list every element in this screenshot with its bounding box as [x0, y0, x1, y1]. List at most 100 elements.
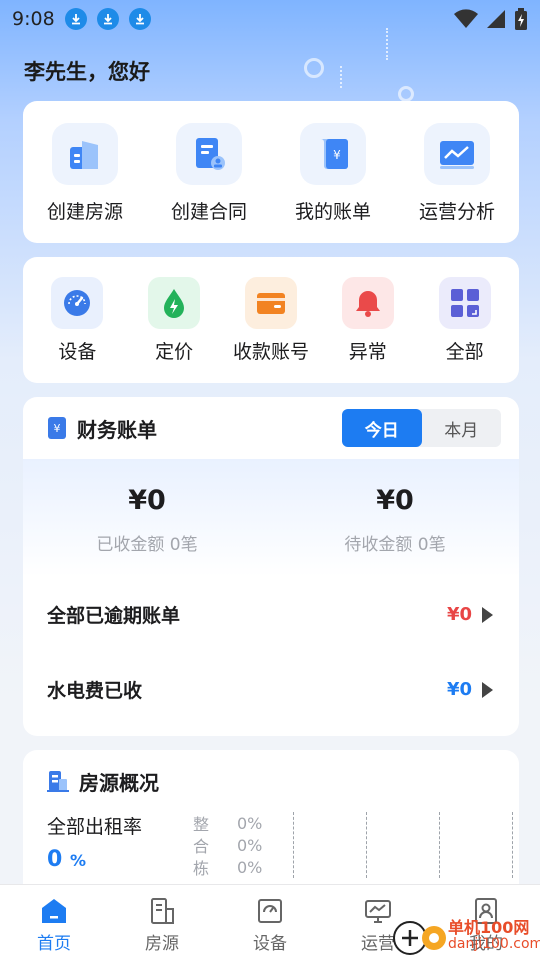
- building-icon: [52, 123, 118, 185]
- stat-value: 0%: [237, 857, 263, 877]
- svg-text:¥: ¥: [333, 148, 341, 162]
- status-indicators: [454, 8, 528, 30]
- chart-gridlines: [283, 812, 519, 878]
- stat-value: 0%: [237, 835, 263, 855]
- overdue-bills-row[interactable]: 全部已逾期账单 ¥0: [23, 577, 519, 652]
- tab-label: 首页: [37, 934, 71, 954]
- gridline: [439, 812, 440, 878]
- watermark: 单机100网 danji100.com: [392, 914, 540, 960]
- grid-icon: [438, 277, 491, 329]
- finance-header: ¥ 财务账单 今日 本月: [23, 397, 519, 459]
- overdue-label: 全部已逾期账单: [47, 605, 181, 627]
- occupancy-unit: %: [69, 851, 87, 870]
- status-bar: 9:08: [0, 0, 540, 38]
- arrow-right-icon: [482, 681, 493, 698]
- occupancy-stats: 整 0% 合 0% 栋 0%: [193, 812, 283, 879]
- stat-row: 合 0%: [193, 834, 283, 857]
- finance-summary: ¥0 已收金额 0笔 ¥0 待收金额 0笔: [23, 459, 519, 577]
- gridline: [366, 812, 367, 878]
- watermark-url: danji100.com: [448, 936, 540, 952]
- utility-label: 水电费已收: [47, 680, 143, 702]
- stat-name: 合: [193, 837, 210, 856]
- download-icon: [96, 8, 119, 30]
- stat-row: 整 0%: [193, 812, 283, 835]
- tab-label: 房源: [145, 934, 179, 954]
- device-button[interactable]: 设备: [29, 277, 125, 364]
- arrow-right-icon: [482, 606, 493, 623]
- battery-icon: [515, 8, 527, 30]
- svg-text:¥: ¥: [54, 422, 61, 435]
- stat-row: 栋 0%: [193, 856, 283, 879]
- decor-ring: [304, 58, 324, 78]
- quick-label: 我的账单: [294, 201, 371, 223]
- occupancy-number: 0: [47, 847, 63, 872]
- quick-label: 运营分析: [418, 201, 495, 223]
- payment-account-button[interactable]: 收款账号: [223, 277, 319, 364]
- stat-value: 0%: [237, 813, 263, 833]
- received-summary[interactable]: ¥0 已收金额 0笔: [23, 459, 271, 577]
- analytics-icon: [424, 123, 490, 185]
- gridline: [512, 812, 513, 878]
- received-desc: 已收金额 0笔: [96, 535, 198, 555]
- tab-this-month[interactable]: 本月: [422, 409, 502, 447]
- utility-received-row[interactable]: 水电费已收 ¥0: [23, 652, 519, 727]
- signal-icon: [487, 10, 505, 28]
- operation-analysis-button[interactable]: 运营分析: [395, 123, 519, 224]
- tab-properties[interactable]: 房源: [108, 885, 216, 960]
- finance-title: 财务账单: [77, 417, 157, 442]
- stat-name: 栋: [193, 859, 210, 878]
- building-small-icon: [47, 771, 69, 792]
- create-property-button[interactable]: 创建房源: [23, 123, 147, 224]
- occupancy-block: 全部出租率 0 %: [47, 812, 193, 878]
- decor-ring: [398, 86, 414, 102]
- tab-today[interactable]: 今日: [342, 409, 422, 447]
- wallet-icon: [244, 277, 297, 329]
- finance-card: ¥ 财务账单 今日 本月 ¥0 已收金额 0笔 ¥0 待收金额 0笔 全部已逾期…: [23, 397, 519, 736]
- occupancy-label: 全部出租率: [47, 816, 143, 838]
- tool-label: 定价: [155, 341, 194, 363]
- tool-label: 收款账号: [232, 341, 309, 363]
- finance-period-toggle: 今日 本月: [342, 409, 501, 447]
- create-contract-button[interactable]: 创建合同: [147, 123, 271, 224]
- wifi-icon: [454, 9, 478, 28]
- gauge-icon: [51, 277, 104, 329]
- device-icon: [258, 899, 282, 923]
- home-icon: [42, 899, 66, 923]
- finance-bill-icon: ¥: [48, 417, 66, 439]
- monitor-icon: [365, 900, 391, 923]
- download-icon: [128, 8, 151, 30]
- property-overview-card: 房源概况 全部出租率 0 % 整 0% 合 0% 栋 0%: [23, 750, 519, 900]
- tools-card: 设备 定价 收款账号 异常 全部: [23, 257, 519, 383]
- abnormal-button[interactable]: 异常: [320, 277, 416, 364]
- quick-actions-card: 创建房源 创建合同 ¥ 我的账单 运营分析: [23, 101, 519, 243]
- all-tools-button[interactable]: 全部: [417, 277, 513, 364]
- status-time: 9:08: [12, 8, 55, 30]
- contract-icon: [176, 123, 242, 185]
- tab-label: 设备: [253, 934, 287, 954]
- pricing-button[interactable]: 定价: [126, 277, 222, 364]
- tab-label: 运营: [361, 934, 395, 954]
- quick-label: 创建房源: [46, 201, 123, 223]
- watermark-logo-icon: [393, 921, 446, 955]
- utility-value: ¥0: [446, 679, 472, 700]
- greeting: 李先生，您好: [24, 60, 150, 84]
- quick-label: 创建合同: [170, 201, 247, 223]
- property-overview-title: 房源概况: [79, 770, 159, 795]
- tool-label: 异常: [348, 341, 387, 363]
- decor-dots: [386, 28, 388, 60]
- decor-dots: [340, 66, 342, 88]
- drop-icon: [148, 277, 201, 329]
- gridline: [293, 812, 294, 878]
- received-amount: ¥0: [128, 485, 166, 516]
- my-bills-button[interactable]: ¥ 我的账单: [271, 123, 395, 224]
- pending-amount: ¥0: [376, 485, 414, 516]
- overdue-value: ¥0: [446, 604, 472, 625]
- bell-icon: [341, 277, 394, 329]
- watermark-text: 单机100网: [448, 918, 530, 937]
- tab-devices[interactable]: 设备: [216, 885, 324, 960]
- pending-summary[interactable]: ¥0 待收金额 0笔: [271, 459, 519, 577]
- bill-icon: ¥: [300, 123, 366, 185]
- tab-home[interactable]: 首页: [0, 885, 108, 960]
- tool-label: 全部: [445, 341, 484, 363]
- property-overview-header: 房源概况: [23, 750, 519, 812]
